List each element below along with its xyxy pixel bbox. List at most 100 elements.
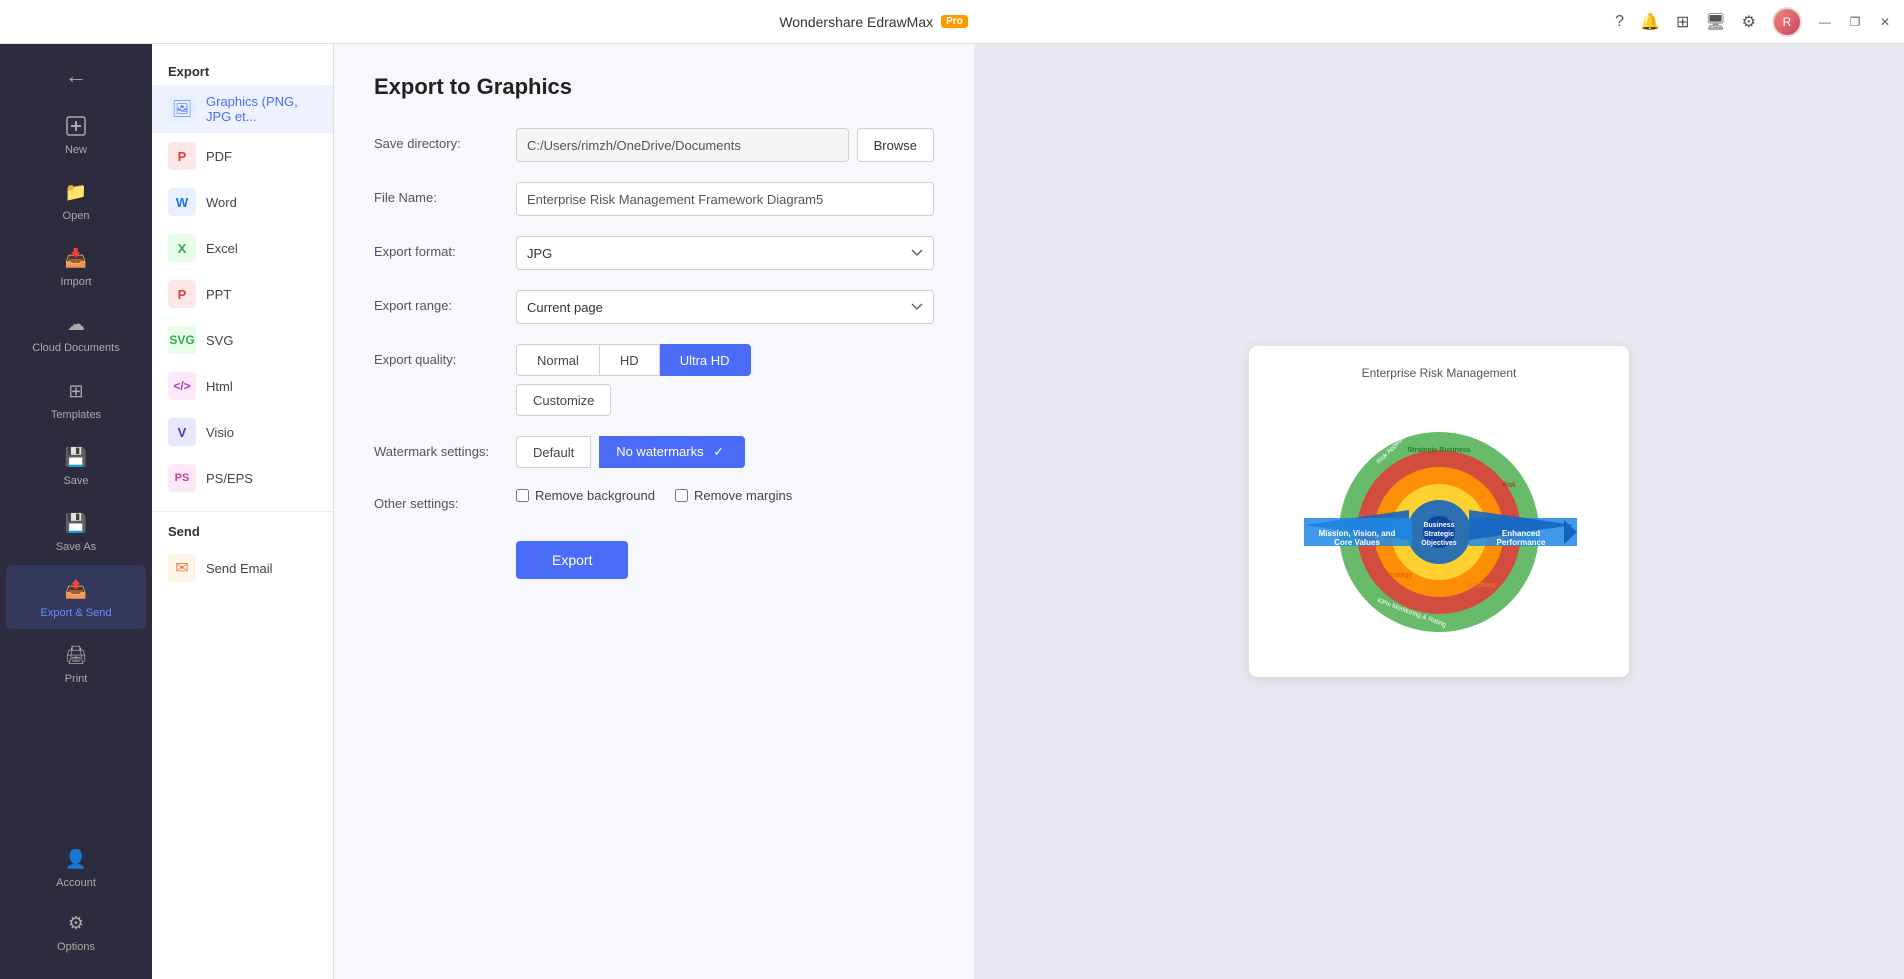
checkboxes-group: Remove background Remove margins xyxy=(516,488,934,503)
html-icon: </> xyxy=(168,372,196,400)
new-label: New xyxy=(65,144,87,156)
export-button[interactable]: Export xyxy=(516,541,628,579)
save-directory-input[interactable] xyxy=(516,128,849,162)
svg-icon: SVG xyxy=(168,326,196,354)
middle-item-visio[interactable]: V Visio xyxy=(152,409,333,455)
export-format-control: JPG PNG BMP GIF TIFF SVG xyxy=(516,236,934,270)
save-directory-control: Browse xyxy=(516,128,934,162)
pdf-label: PDF xyxy=(206,149,232,164)
sendemail-label: Send Email xyxy=(206,561,272,576)
sidebar-item-templates[interactable]: ⊞ Templates xyxy=(6,367,146,431)
preview-card: Enterprise Risk Management xyxy=(1249,346,1629,677)
export-button-row: Export xyxy=(374,531,934,579)
sidebar-item-account[interactable]: 👤 Account xyxy=(6,835,146,899)
svg-text:Strategic: Strategic xyxy=(1424,531,1454,538)
save-icon: 💾 xyxy=(62,443,90,471)
help-button[interactable]: ? xyxy=(1615,13,1624,31)
sidebar-item-import[interactable]: 📥 Import xyxy=(6,234,146,298)
notifications-button[interactable]: 🔔 xyxy=(1640,12,1660,32)
svg-text:Strategic Business: Strategic Business xyxy=(1407,447,1470,454)
graphics-label: Graphics (PNG, JPG et... xyxy=(206,94,317,124)
apps-button[interactable]: ⊞ xyxy=(1676,12,1689,32)
quality-ultrahd-button[interactable]: Ultra HD xyxy=(660,344,751,376)
middle-item-html[interactable]: </> Html xyxy=(152,363,333,409)
visio-icon: V xyxy=(168,418,196,446)
middle-item-ppt[interactable]: P PPT xyxy=(152,271,333,317)
customize-button[interactable]: Customize xyxy=(516,384,611,416)
graphics-icon: 🖼 xyxy=(168,95,196,123)
file-name-control xyxy=(516,182,934,216)
close-button[interactable]: ✕ xyxy=(1878,15,1892,29)
export-format-select[interactable]: JPG PNG BMP GIF TIFF SVG xyxy=(516,236,934,270)
print-label: Print xyxy=(65,673,88,685)
sidebar-item-open[interactable]: 📁 Open xyxy=(6,168,146,232)
file-name-input[interactable] xyxy=(516,182,934,216)
avatar[interactable]: R xyxy=(1772,7,1802,37)
remove-background-text: Remove background xyxy=(535,488,655,503)
export-title: Export to Graphics xyxy=(374,74,934,100)
export-range-row: Export range: Current page All pages Sel… xyxy=(374,290,934,324)
svg-text:Enhanced: Enhanced xyxy=(1502,529,1540,538)
preview-diagram-title: Enterprise Risk Management xyxy=(1269,366,1609,380)
sidebar-item-saveas[interactable]: 💾 Save As xyxy=(6,499,146,563)
middle-item-sendemail[interactable]: ✉ Send Email xyxy=(152,545,333,591)
watermark-default-button[interactable]: Default xyxy=(516,436,591,468)
export-range-label: Export range: xyxy=(374,290,504,313)
settings-button[interactable]: ⚙ xyxy=(1742,12,1756,32)
minimize-button[interactable]: — xyxy=(1818,15,1832,29)
maximize-button[interactable]: ❐ xyxy=(1848,15,1862,29)
middle-item-pdf[interactable]: P PDF xyxy=(152,133,333,179)
new-icon xyxy=(62,112,90,140)
titlebar-center: Wondershare EdrawMax Pro xyxy=(779,14,967,30)
display-button[interactable]: 🖥 xyxy=(1705,12,1725,32)
middle-item-pseps[interactable]: PS PS/EPS xyxy=(152,455,333,501)
sidebar-item-cloud[interactable]: ☁ Cloud Documents xyxy=(6,300,146,365)
watermark-label: Watermark settings: xyxy=(374,436,504,459)
sidebar-item-new[interactable]: New xyxy=(6,102,146,166)
remove-background-checkbox[interactable] xyxy=(516,489,529,502)
sidebar-item-print[interactable]: 🖨 Print xyxy=(6,631,146,695)
sidebar-item-back[interactable]: ← xyxy=(6,52,146,100)
open-icon: 📁 xyxy=(62,178,90,206)
middle-item-excel[interactable]: X Excel xyxy=(152,225,333,271)
remove-background-label[interactable]: Remove background xyxy=(516,488,655,503)
middle-item-word[interactable]: W Word xyxy=(152,179,333,225)
export-range-control: Current page All pages Selected shapes xyxy=(516,290,934,324)
export-form-panel: Export to Graphics Save directory: Brows… xyxy=(334,44,974,979)
other-settings-label: Other settings: xyxy=(374,488,504,511)
save-directory-input-group: Browse xyxy=(516,128,934,162)
main-content: Export to Graphics Save directory: Brows… xyxy=(334,44,1904,979)
customize-row: Customize xyxy=(516,376,934,416)
middle-item-svg[interactable]: SVG SVG xyxy=(152,317,333,363)
saveas-icon: 💾 xyxy=(62,509,90,537)
export-format-row: Export format: JPG PNG BMP GIF TIFF SVG xyxy=(374,236,934,270)
watermark-buttons-group: Default No watermarks ✓ xyxy=(516,436,934,468)
templates-label: Templates xyxy=(51,409,101,421)
import-icon: 📥 xyxy=(62,244,90,272)
file-name-label: File Name: xyxy=(374,182,504,205)
help-icon: ? xyxy=(1615,13,1624,31)
file-name-row: File Name: xyxy=(374,182,934,216)
export-spacer xyxy=(374,531,504,539)
export-label: Export & Send xyxy=(41,607,112,619)
save-directory-label: Save directory: xyxy=(374,128,504,151)
svg-text:Core Values: Core Values xyxy=(1334,538,1380,547)
quality-normal-button[interactable]: Normal xyxy=(516,344,600,376)
middle-item-graphics[interactable]: 🖼 Graphics (PNG, JPG et... xyxy=(152,85,333,133)
watermark-none-button[interactable]: No watermarks ✓ xyxy=(599,436,745,468)
save-label: Save xyxy=(63,475,88,487)
remove-margins-checkbox[interactable] xyxy=(675,489,688,502)
account-icon: 👤 xyxy=(62,845,90,873)
quality-hd-button[interactable]: HD xyxy=(600,344,660,376)
sidebar-bottom: 👤 Account ⚙ Options xyxy=(0,827,152,971)
middle-panel: Export 🖼 Graphics (PNG, JPG et... P PDF … xyxy=(152,44,334,979)
sidebar-item-export[interactable]: 📤 Export & Send xyxy=(6,565,146,629)
svg-text:Business: Business xyxy=(1423,522,1454,529)
sidebar-item-save[interactable]: 💾 Save xyxy=(6,433,146,497)
browse-button[interactable]: Browse xyxy=(857,128,934,162)
sidebar-item-options[interactable]: ⚙ Options xyxy=(6,899,146,963)
pseps-icon: PS xyxy=(168,464,196,492)
remove-margins-label[interactable]: Remove margins xyxy=(675,488,792,503)
export-range-select[interactable]: Current page All pages Selected shapes xyxy=(516,290,934,324)
export-format-label: Export format: xyxy=(374,236,504,259)
